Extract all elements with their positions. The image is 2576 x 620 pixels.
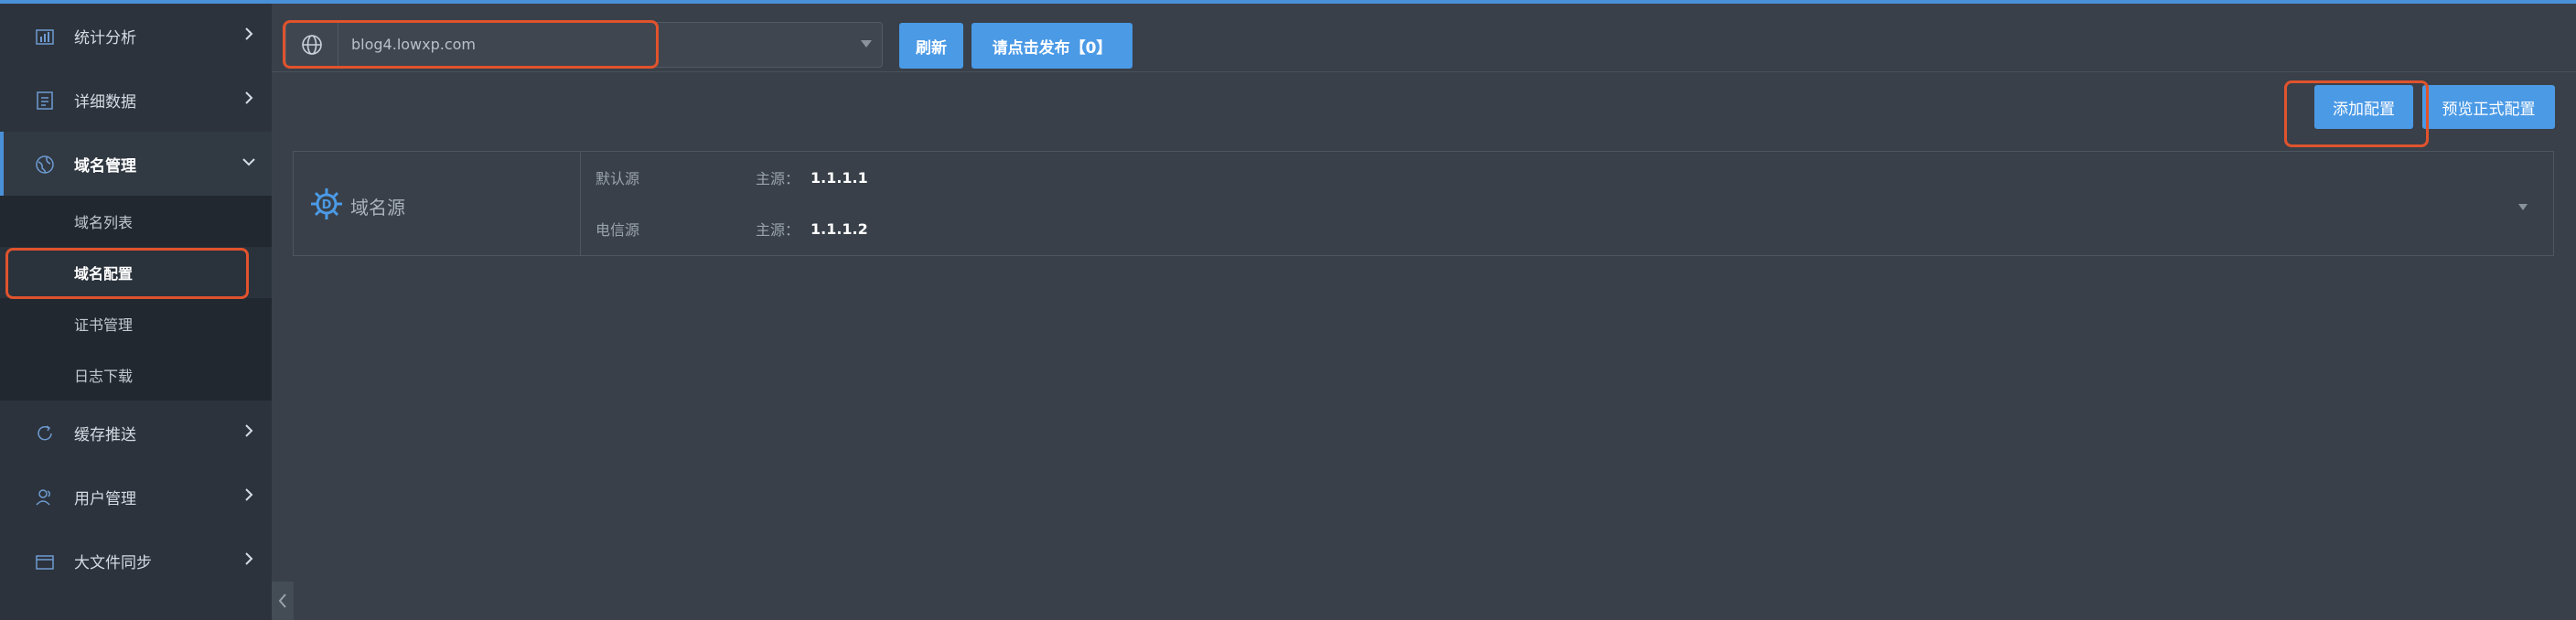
source-value: 1.1.1.1 [810,168,868,187]
sidebar-item-statistics[interactable]: 统计分析 [0,4,272,68]
gear-icon: D [311,188,342,219]
domain-source-panel[interactable]: D 域名源 默认源 主源： 1.1.1.1 电信源 主源： 1.1.1.2 [293,151,2554,256]
sidebar-item-large-file-sync[interactable]: 大文件同步 [0,529,272,593]
sidebar-item-label: 缓存推送 [74,425,136,444]
globe-icon [36,155,54,174]
chevron-right-icon [245,488,253,501]
bar-chart-icon [36,29,54,45]
chevron-right-icon [245,552,253,565]
domain-select[interactable]: blog4.lowxp.com [285,22,883,68]
top-accent-bar [0,0,2576,4]
source-key: 主源： [756,170,800,187]
source-value: 1.1.1.2 [810,219,868,238]
submenu-item-domain-config[interactable]: 域名配置 [0,247,272,298]
app-root: 统计分析 详细数据 域名管理 域名列表 域名配置 证书管理 日志下载 缓存推送 … [0,0,2576,620]
sidebar: 统计分析 详细数据 域名管理 域名列表 域名配置 证书管理 日志下载 缓存推送 … [0,4,272,620]
submenu-item-domain-list[interactable]: 域名列表 [0,196,272,247]
expand-caret-icon[interactable] [2518,204,2528,210]
chevron-down-icon [861,40,872,48]
chevron-right-icon [245,27,253,40]
chevron-left-icon [278,593,286,608]
panel-header-cell: D 域名源 [294,152,581,255]
sidebar-item-cache-push[interactable]: 缓存推送 [0,401,272,465]
panel-title: 域名源 [350,197,405,219]
chevron-right-icon [245,91,253,104]
preview-config-button[interactable]: 预览正式配置 [2422,85,2555,129]
sidebar-item-label: 统计分析 [74,28,136,48]
globe-icon [286,23,338,67]
toolbar-divider [272,71,2576,72]
publish-button[interactable]: 请点击发布【0】 [971,23,1132,69]
add-config-button[interactable]: 添加配置 [2314,85,2413,129]
users-icon [36,489,51,506]
sidebar-item-label: 用户管理 [74,489,136,508]
source-key: 主源： [756,221,800,239]
sidebar-collapse-handle[interactable] [272,582,294,620]
source-name: 电信源 [596,221,640,239]
chevron-right-icon [245,424,253,437]
chevron-down-icon [242,158,255,166]
sidebar-item-domain-management[interactable]: 域名管理 [0,132,272,196]
submenu-item-log-download[interactable]: 日志下载 [0,349,272,401]
source-name: 默认源 [596,170,640,187]
domain-select-value: blog4.lowxp.com [351,36,477,53]
refresh-icon [38,425,52,441]
folder-icon [36,555,54,570]
sidebar-item-label: 域名管理 [74,156,136,176]
sidebar-item-label: 详细数据 [74,92,136,112]
submenu-item-certificate[interactable]: 证书管理 [0,298,272,349]
refresh-button[interactable]: 刷新 [899,23,963,69]
document-icon [37,91,53,110]
sidebar-item-detail-data[interactable]: 详细数据 [0,68,272,132]
svg-text:D: D [322,198,332,212]
sidebar-item-user-management[interactable]: 用户管理 [0,465,272,529]
sidebar-item-label: 大文件同步 [74,553,152,572]
domain-submenu: 域名列表 域名配置 证书管理 日志下载 [0,196,272,401]
